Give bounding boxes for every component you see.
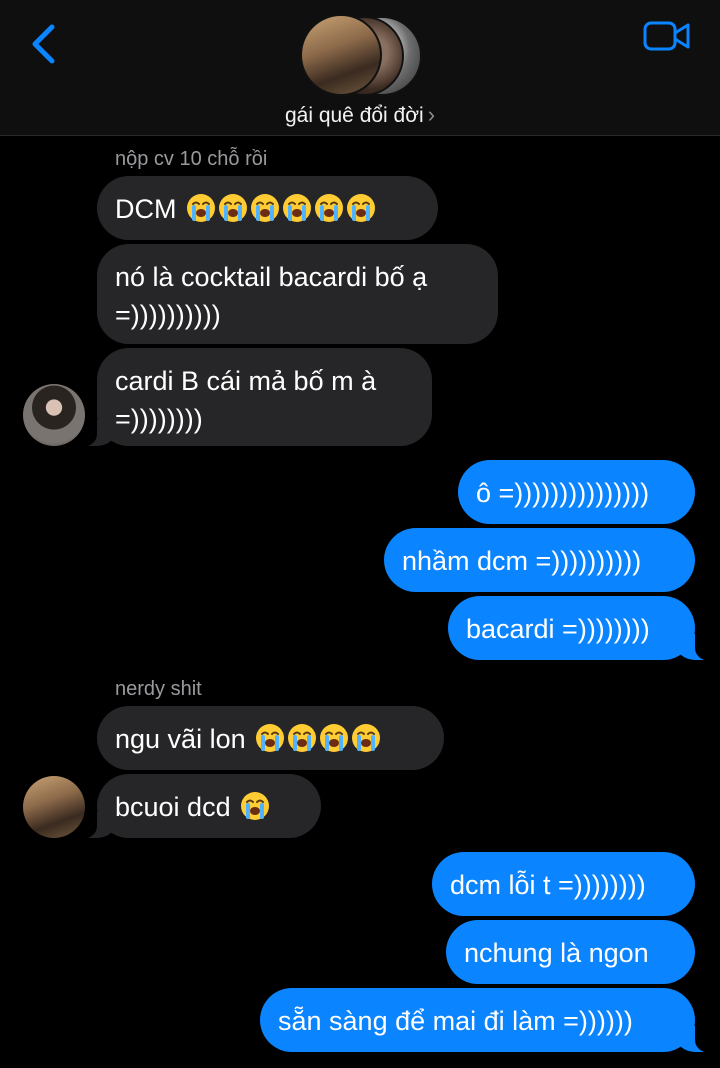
message-text: dcm lỗi t =)))))))) bbox=[450, 870, 646, 900]
message-bubble-incoming[interactable]: nó là cocktail bacardi bố ạ =)))))))))) bbox=[97, 244, 498, 344]
loudly-crying-face-icon bbox=[283, 194, 312, 222]
contact-name: gái quê đổi đời bbox=[284, 104, 424, 127]
video-call-button[interactable] bbox=[642, 18, 692, 56]
message-text: nchung là ngon bbox=[464, 938, 649, 968]
message-text: bcuoi dcd bbox=[115, 792, 231, 822]
loudly-crying-face-icon bbox=[315, 194, 344, 222]
message-bubble-incoming[interactable]: cardi B cái mả bố m à =)))))))) bbox=[77, 348, 432, 446]
message-text: bacardi =)))))))) bbox=[466, 614, 650, 644]
message-bubble-incoming[interactable]: ngu vãi lon bbox=[97, 706, 444, 770]
message-text: nhầm dcm =)))))))))) bbox=[402, 546, 642, 576]
message-bubble-incoming[interactable]: DCM bbox=[97, 176, 438, 240]
contact-name-button[interactable]: gái quê đổi đời › bbox=[0, 102, 720, 128]
message-text: sẵn sàng để mai đi làm =)))))) bbox=[278, 1006, 633, 1036]
emoji-group bbox=[253, 724, 381, 754]
message-text: ngu vãi lon bbox=[115, 724, 246, 754]
conversation-header: gái quê đổi đời › bbox=[0, 0, 720, 136]
message-bubble-incoming[interactable]: bcuoi dcd bbox=[77, 774, 321, 838]
loudly-crying-face-icon bbox=[288, 724, 317, 752]
avatar bbox=[300, 14, 382, 96]
message-bubble-outgoing[interactable]: dcm lỗi t =)))))))) bbox=[432, 852, 695, 916]
emoji-group bbox=[238, 792, 270, 822]
group-avatar-stack[interactable] bbox=[300, 14, 422, 96]
loudly-crying-face-icon bbox=[187, 194, 216, 222]
message-bubble-outgoing[interactable]: nhầm dcm =)))))))))) bbox=[384, 528, 695, 592]
emoji-group bbox=[184, 194, 376, 224]
chevron-right-icon: › bbox=[427, 102, 436, 127]
message-bubble-outgoing[interactable]: nchung là ngon bbox=[446, 920, 695, 984]
loudly-crying-face-icon bbox=[256, 724, 285, 752]
message-bubble-outgoing[interactable]: sẵn sàng để mai đi làm =)))))) bbox=[260, 988, 715, 1052]
loudly-crying-face-icon bbox=[241, 792, 270, 820]
loudly-crying-face-icon bbox=[352, 724, 381, 752]
chevron-left-icon bbox=[32, 24, 55, 64]
sender-avatar[interactable] bbox=[23, 776, 85, 838]
sender-avatar[interactable] bbox=[23, 384, 85, 446]
message-bubble-outgoing[interactable]: bacardi =)))))))) bbox=[448, 596, 715, 660]
loudly-crying-face-icon bbox=[219, 194, 248, 222]
message-text: =)))))))))) bbox=[115, 300, 221, 330]
message-bubble-outgoing[interactable]: ô =))))))))))))))) bbox=[458, 460, 695, 524]
loudly-crying-face-icon bbox=[320, 724, 349, 752]
message-text: DCM bbox=[115, 194, 177, 224]
message-text: nó là cocktail bacardi bố ạ bbox=[115, 262, 428, 292]
sender-name: nộp cv 10 chỗ rồi bbox=[115, 148, 268, 170]
loudly-crying-face-icon bbox=[251, 194, 280, 222]
message-text: =)))))))) bbox=[115, 404, 203, 434]
message-text: cardi B cái mả bố m à bbox=[115, 366, 377, 396]
sender-name: nerdy shit bbox=[115, 678, 202, 700]
message-text: ô =))))))))))))))) bbox=[476, 478, 650, 508]
video-camera-icon bbox=[643, 21, 690, 51]
back-button[interactable] bbox=[26, 20, 60, 68]
loudly-crying-face-icon bbox=[347, 194, 376, 222]
